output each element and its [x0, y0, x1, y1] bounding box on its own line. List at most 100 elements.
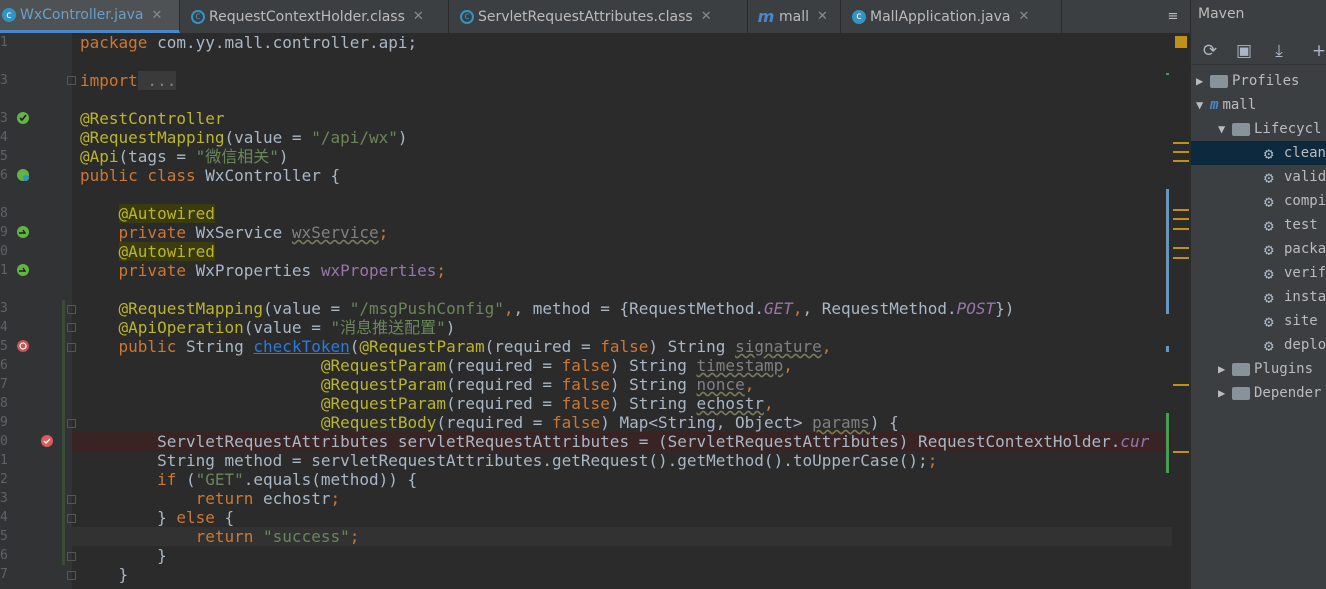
warning-mark[interactable] [1173, 451, 1189, 453]
tab-servletrequestattributes[interactable]: c ServletRequestAttributes.class ✕ [450, 0, 748, 33]
line-number: 4 [0, 130, 8, 145]
code-line: @Api(tags = "微信相关") [80, 147, 289, 166]
class-file-icon: c [460, 9, 474, 24]
chevron-down-icon[interactable]: ▼ [1196, 98, 1210, 112]
line-number: 3 [0, 491, 8, 506]
inspection-status-icon[interactable] [1175, 36, 1187, 48]
request-mapping-icon[interactable] [16, 339, 30, 353]
maven-icon: m [757, 7, 775, 26]
maven-tree-item-validate[interactable]: ⚙ valid [1264, 165, 1326, 189]
plus-icon[interactable]: + [1308, 40, 1326, 62]
warning-mark[interactable] [1173, 151, 1189, 153]
chevron-down-icon[interactable]: ▼ [1218, 122, 1232, 136]
chevron-right-icon[interactable]: ▶ [1218, 386, 1232, 400]
code-line: @RestController [80, 109, 225, 128]
error-stripe[interactable] [1166, 33, 1190, 589]
tab-label: ServletRequestAttributes.class [478, 8, 693, 25]
maven-project-icon: m [1210, 97, 1219, 113]
line-number: 2 [0, 472, 8, 487]
warning-mark[interactable] [1173, 228, 1189, 230]
line-number: 4 [0, 320, 8, 335]
code-line: private WxProperties wxProperties; [118, 261, 447, 280]
warning-mark[interactable] [1173, 257, 1189, 259]
add-project-icon[interactable]: ▣ [1233, 40, 1255, 62]
gear-icon: ⚙ [1264, 191, 1274, 211]
warning-mark[interactable] [1173, 384, 1189, 386]
tab-mallapplication[interactable]: c MallApplication.java ✕ [842, 0, 1062, 33]
warning-mark[interactable] [1173, 247, 1189, 249]
gear-icon: ⚙ [1264, 311, 1274, 331]
maven-tree-item-site[interactable]: ⚙ site [1264, 309, 1318, 333]
refresh-icon[interactable]: ⟳ [1199, 40, 1221, 62]
maven-tree-item-profiles[interactable]: ▶ Profiles [1196, 69, 1299, 93]
chevron-right-icon[interactable]: ▶ [1196, 74, 1210, 88]
line-number: 9 [0, 225, 8, 240]
download-icon[interactable]: ⤓ [1268, 40, 1290, 62]
line-number: 5 [0, 339, 8, 354]
tab-mall[interactable]: m mall ✕ [749, 0, 841, 33]
maven-tree-item-mall[interactable]: ▼ m mall [1196, 93, 1256, 117]
maven-tree-item-package[interactable]: ⚙ packa [1264, 237, 1326, 261]
change-mark [1166, 413, 1169, 473]
code-line: ServletRequestAttributes servletRequestA… [157, 432, 1150, 451]
tab-list-menu-icon[interactable]: ≡ [1158, 0, 1188, 33]
maven-tree-item-test[interactable]: ⚙ test [1264, 213, 1318, 237]
gear-icon: ⚙ [1263, 143, 1274, 163]
scroll-region [1166, 346, 1169, 352]
maven-tree-item-lifecycle[interactable]: ▼ Lifecycl [1218, 117, 1321, 141]
line-number: 5 [0, 529, 8, 544]
autowired-icon[interactable] [16, 263, 30, 277]
line-number: 9 [0, 415, 8, 430]
editor-tab-bar: c WxController.java ✕ c RequestContextHo… [0, 0, 1190, 34]
warning-mark[interactable] [1173, 209, 1189, 211]
code-line: public class WxController { [80, 166, 341, 185]
chevron-right-icon[interactable]: ▶ [1218, 362, 1232, 376]
maven-tree-item-install[interactable]: ⚙ insta [1264, 285, 1326, 309]
close-icon[interactable]: ✕ [701, 9, 712, 24]
folder-icon [1232, 122, 1250, 136]
gear-icon: ⚙ [1264, 215, 1274, 235]
line-number: 6 [0, 168, 8, 183]
tab-label: WxController.java [20, 7, 144, 23]
dependencies-icon [1232, 386, 1250, 400]
tab-wxcontroller[interactable]: c WxController.java ✕ [0, 0, 180, 33]
line-number: 1 [0, 453, 8, 468]
autowired-icon[interactable] [16, 225, 30, 239]
gear-icon: ⚙ [1264, 167, 1274, 187]
line-number: 0 [0, 434, 8, 449]
warning-mark[interactable] [1173, 142, 1189, 144]
code-line: } [157, 546, 167, 565]
scroll-region [1166, 189, 1169, 314]
line-number: 7 [0, 377, 8, 392]
code-line: if ("GET".equals(method)) { [157, 470, 418, 489]
line-number: 3 [0, 111, 8, 126]
close-icon[interactable]: ✕ [817, 9, 828, 24]
spring-web-icon[interactable] [16, 168, 30, 182]
close-icon[interactable]: ✕ [413, 9, 424, 24]
maven-tree-item-dependencies[interactable]: ▶ Depender [1218, 381, 1321, 405]
close-icon[interactable]: ✕ [1018, 9, 1029, 24]
code-line: return echostr; [195, 489, 341, 508]
folder-icon [1232, 362, 1250, 376]
line-number: 4 [0, 510, 8, 525]
code-line: String method = servletRequestAttributes… [157, 451, 938, 470]
spring-bean-icon[interactable] [16, 111, 30, 125]
class-icon: c [2, 8, 16, 22]
maven-tree-item-deploy[interactable]: ⚙ deplo [1264, 333, 1326, 357]
code-line: package com.yy.mall.controller.api; [80, 33, 418, 52]
tab-requestcontextholder[interactable]: c RequestContextHolder.class ✕ [181, 0, 449, 33]
warning-mark[interactable] [1173, 218, 1189, 220]
editor-gutter: 1 3 3 4 5 6 8 9 0 1 3 4 5 6 7 8 9 0 1 2 … [0, 33, 76, 589]
gear-icon: ⚙ [1264, 287, 1274, 307]
code-editor[interactable]: package com.yy.mall.controller.api; impo… [72, 33, 1178, 589]
maven-tree-item-plugins[interactable]: ▶ Plugins [1218, 357, 1313, 381]
maven-tree-item-verify[interactable]: ⚙ verif [1264, 261, 1326, 285]
close-icon[interactable]: ✕ [152, 8, 163, 23]
warning-mark[interactable] [1173, 160, 1189, 162]
maven-tree-item-clean[interactable]: ⚙ clean [1191, 141, 1326, 165]
divider [1190, 64, 1326, 65]
gear-icon: ⚙ [1264, 263, 1274, 283]
breakpoint-icon[interactable] [40, 434, 54, 448]
maven-tree-item-compile[interactable]: ⚙ compi [1264, 189, 1326, 213]
code-line: return "success"; [195, 527, 360, 546]
